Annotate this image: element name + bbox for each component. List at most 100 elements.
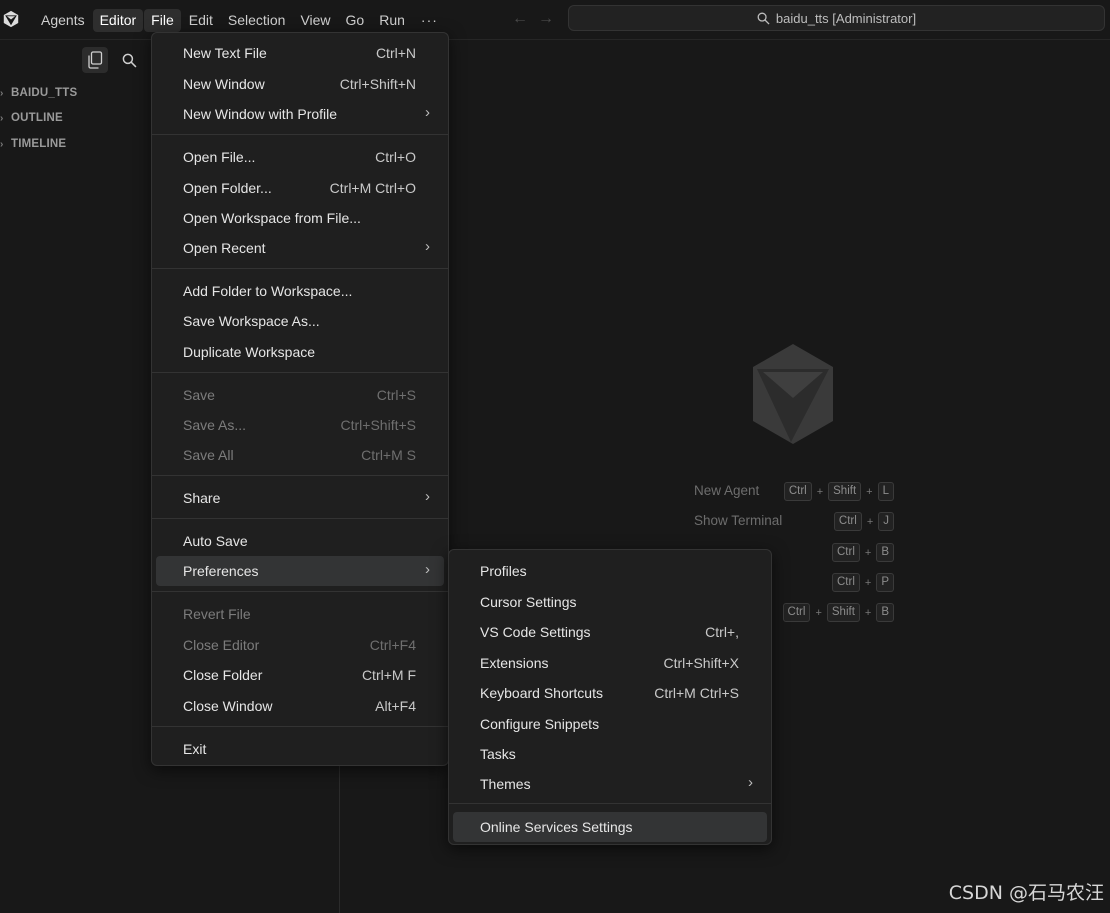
nav-arrows: ← → bbox=[512, 10, 564, 28]
menu-item-open-file[interactable]: Open File... Ctrl+O bbox=[156, 142, 444, 172]
menu-item-save-workspace-as[interactable]: Save Workspace As... bbox=[156, 306, 444, 336]
menu-separator bbox=[152, 726, 448, 727]
keycap: Shift bbox=[826, 603, 860, 622]
menu-item-shortcut: Ctrl+, bbox=[705, 624, 739, 640]
menu-item-label: Open File... bbox=[183, 149, 256, 165]
menu-item-label: Auto Save bbox=[183, 533, 248, 549]
menu-item-open-workspace-from-file[interactable]: Open Workspace from File... bbox=[156, 203, 444, 233]
menu-selection[interactable]: Selection bbox=[221, 9, 293, 32]
chevron-right-icon: › bbox=[0, 112, 4, 124]
menu-item-shortcut: Ctrl+M Ctrl+O bbox=[329, 180, 416, 196]
plus-sign: + bbox=[816, 485, 824, 498]
welcome-shortcut-row[interactable]: New Agent Ctrl + Shift + L bbox=[694, 482, 894, 502]
welcome-shortcut-keys: Ctrl + B bbox=[832, 543, 894, 562]
files-icon bbox=[88, 51, 103, 69]
keycap: B bbox=[876, 543, 894, 562]
chevron-right-icon: › bbox=[425, 561, 430, 578]
menu-item-shortcut: Ctrl+F4 bbox=[369, 637, 416, 653]
menu-agents[interactable]: Agents bbox=[34, 9, 92, 32]
menu-item-close-editor: Close Editor Ctrl+F4 bbox=[156, 630, 444, 660]
menu-item-label: VS Code Settings bbox=[480, 624, 591, 640]
section-baidu-tts[interactable]: › BAIDU_TTS bbox=[0, 87, 77, 99]
menu-item-label: Themes bbox=[480, 776, 531, 792]
menu-item-label: Open Workspace from File... bbox=[183, 210, 361, 226]
menu-item-cursor-settings[interactable]: Cursor Settings bbox=[453, 587, 767, 617]
menu-item-add-folder-to-workspace[interactable]: Add Folder to Workspace... bbox=[156, 276, 444, 306]
menu-separator bbox=[152, 591, 448, 592]
keycap: Ctrl bbox=[833, 512, 862, 531]
menu-item-label: Configure Snippets bbox=[480, 716, 600, 732]
command-center-search[interactable]: baidu_tts [Administrator] bbox=[568, 5, 1105, 31]
menu-separator bbox=[152, 372, 448, 373]
menu-item-shortcut: Ctrl+M Ctrl+S bbox=[654, 685, 739, 701]
plus-sign: + bbox=[864, 606, 872, 619]
welcome-shortcut-row[interactable]: Show Terminal Ctrl + J bbox=[694, 512, 894, 532]
search-icon bbox=[757, 12, 770, 25]
plus-sign: + bbox=[815, 606, 822, 619]
menu-item-online-services-settings[interactable]: Online Services Settings bbox=[453, 812, 767, 842]
preferences-submenu: Profiles Cursor Settings VS Code Settings C… bbox=[448, 549, 772, 845]
menu-item-duplicate-workspace[interactable]: Duplicate Workspace bbox=[156, 337, 444, 367]
menu-item-preferences[interactable]: Preferences › bbox=[156, 556, 444, 586]
keycap: Ctrl bbox=[832, 543, 860, 562]
section-timeline[interactable]: › TIMELINE bbox=[0, 138, 66, 150]
keycap: Ctrl bbox=[782, 603, 811, 622]
explorer-button[interactable] bbox=[82, 47, 108, 73]
menu-item-auto-save[interactable]: Auto Save bbox=[156, 526, 444, 556]
more-menus-button[interactable]: ··· bbox=[413, 9, 446, 32]
menu-item-close-folder[interactable]: Close Folder Ctrl+M F bbox=[156, 660, 444, 690]
menu-item-label: New Window with Profile bbox=[183, 106, 338, 122]
menu-item-label: Tasks bbox=[480, 746, 516, 762]
search-button[interactable] bbox=[116, 47, 142, 73]
chevron-right-icon: › bbox=[425, 104, 430, 121]
menu-editor[interactable]: Editor bbox=[92, 8, 144, 32]
menu-file[interactable]: File bbox=[144, 8, 181, 32]
chevron-right-icon: › bbox=[748, 774, 753, 791]
menu-item-new-window-with-profile[interactable]: New Window with Profile › bbox=[156, 99, 444, 129]
menu-item-shortcut: Alt+F4 bbox=[375, 698, 416, 714]
menu-item-configure-snippets[interactable]: Configure Snippets bbox=[453, 709, 767, 739]
menu-item-shortcut: Ctrl+Shift+S bbox=[340, 417, 416, 433]
menu-item-label: Save All bbox=[183, 447, 234, 463]
menu-item-themes[interactable]: Themes › bbox=[453, 769, 767, 799]
menu-item-exit[interactable]: Exit bbox=[156, 734, 444, 764]
menu-run[interactable]: Run bbox=[372, 9, 412, 32]
menu-item-label: Save Workspace As... bbox=[183, 313, 320, 329]
menu-separator bbox=[152, 518, 448, 519]
menu-item-new-window[interactable]: New Window Ctrl+Shift+N bbox=[156, 69, 444, 99]
menu-separator bbox=[152, 475, 448, 476]
menu-go[interactable]: Go bbox=[339, 9, 372, 32]
chevron-right-icon: › bbox=[0, 138, 4, 150]
keycap: P bbox=[876, 573, 894, 592]
menu-item-open-recent[interactable]: Open Recent › bbox=[156, 233, 444, 263]
menu-item-vs-code-settings[interactable]: VS Code Settings Ctrl+, bbox=[453, 617, 767, 647]
menu-item-label: Cursor Settings bbox=[480, 594, 577, 610]
menu-item-share[interactable]: Share › bbox=[156, 483, 444, 513]
menu-item-new-text-file[interactable]: New Text File Ctrl+N bbox=[156, 38, 444, 68]
menu-item-extensions[interactable]: Extensions Ctrl+Shift+X bbox=[453, 648, 767, 678]
menu-view[interactable]: View bbox=[293, 9, 337, 32]
plus-sign: + bbox=[866, 485, 873, 498]
menu-item-open-folder[interactable]: Open Folder... Ctrl+M Ctrl+O bbox=[156, 173, 444, 203]
menu-item-label: Keyboard Shortcuts bbox=[480, 685, 603, 701]
menu-item-label: Close Folder bbox=[183, 667, 263, 683]
welcome-shortcut-label: New Agent bbox=[694, 483, 760, 498]
menu-item-keyboard-shortcuts[interactable]: Keyboard Shortcuts Ctrl+M Ctrl+S bbox=[453, 678, 767, 708]
menu-item-tasks[interactable]: Tasks bbox=[453, 739, 767, 769]
back-arrow-icon[interactable]: ← bbox=[512, 10, 528, 27]
menu-item-close-window[interactable]: Close Window Alt+F4 bbox=[156, 691, 444, 721]
menu-item-label: New Window bbox=[183, 76, 265, 92]
welcome-shortcut-label: Show Terminal bbox=[694, 513, 783, 528]
menu-item-label: Profiles bbox=[480, 563, 527, 579]
chevron-right-icon: › bbox=[425, 238, 430, 255]
forward-arrow-icon[interactable]: → bbox=[538, 10, 554, 27]
menu-item-profiles[interactable]: Profiles bbox=[453, 556, 767, 586]
cursor-logo-icon[interactable] bbox=[2, 10, 20, 28]
section-outline[interactable]: › OUTLINE bbox=[0, 112, 63, 124]
menu-edit[interactable]: Edit bbox=[182, 9, 220, 32]
menu-item-label: Revert File bbox=[183, 606, 251, 622]
menu-item-label: Open Recent bbox=[183, 240, 266, 256]
chevron-right-icon: › bbox=[0, 87, 4, 99]
search-text: baidu_tts [Administrator] bbox=[775, 10, 917, 26]
welcome-shortcut-keys: Ctrl + J bbox=[833, 512, 894, 531]
